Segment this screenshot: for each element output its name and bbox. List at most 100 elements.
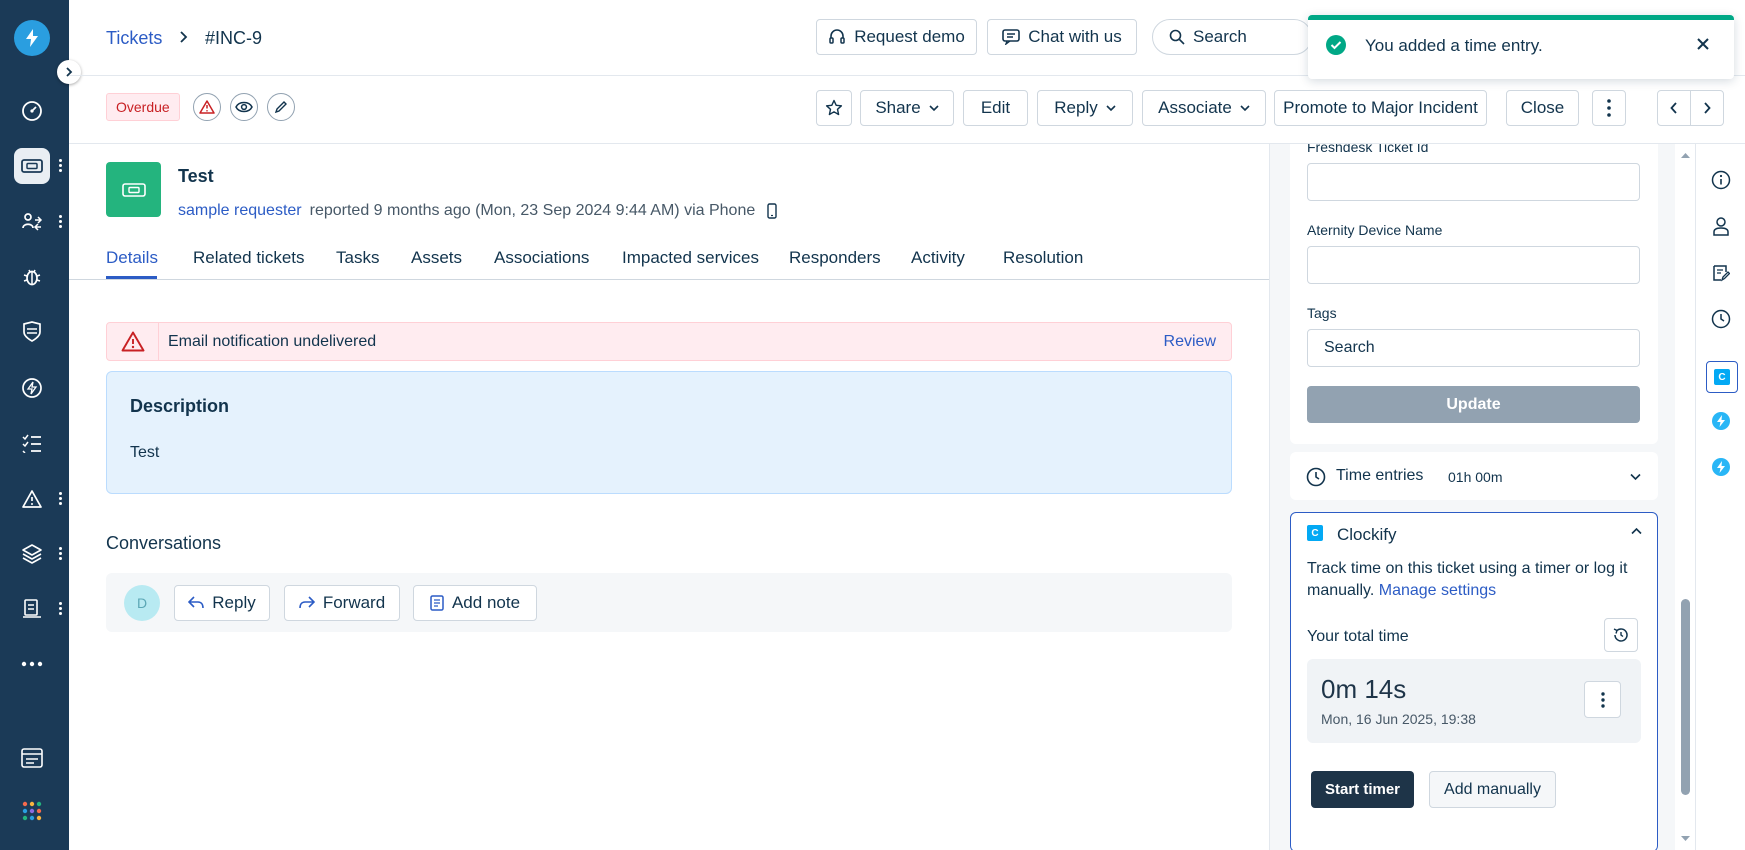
description-box: Description Test — [106, 371, 1232, 494]
chevron-right-icon — [1704, 102, 1711, 114]
time-tracking-icon[interactable] — [1708, 306, 1734, 332]
more-options-icon[interactable] — [14, 646, 50, 682]
edit-pencil-icon[interactable] — [267, 93, 295, 121]
info-icon[interactable] — [1708, 167, 1734, 193]
reply-dropdown-button[interactable]: Reply — [1037, 90, 1133, 126]
scrollbar-thumb[interactable] — [1681, 599, 1690, 795]
alert-text: Email notification undelivered — [168, 333, 377, 350]
panel-scrollbar[interactable] — [1676, 144, 1695, 850]
more-actions-button[interactable] — [1592, 90, 1626, 126]
update-button[interactable]: Update — [1307, 386, 1640, 423]
edit-button[interactable]: Edit — [963, 90, 1028, 126]
forward-arrow-icon — [299, 596, 315, 609]
manage-settings-link[interactable]: Manage settings — [1379, 582, 1496, 599]
time-history-button[interactable] — [1604, 618, 1638, 652]
app-bolt-secondary-icon[interactable] — [1708, 454, 1734, 480]
watch-eye-icon[interactable] — [230, 93, 258, 121]
conversations-heading: Conversations — [106, 533, 222, 553]
tab-assets[interactable]: Assets — [411, 248, 462, 268]
chat-with-us-label: Chat with us — [1028, 27, 1122, 46]
alert-warning-icon — [107, 323, 159, 360]
chevron-down-icon — [1630, 473, 1641, 481]
aternity-device-name-input[interactable] — [1307, 246, 1640, 284]
apps-grid-icon[interactable] — [14, 793, 50, 829]
time-entries-card[interactable]: Time entries 01h 00m — [1290, 452, 1658, 500]
alerts-warning-icon[interactable] — [14, 481, 50, 517]
promote-major-incident-button[interactable]: Promote to Major Incident — [1274, 90, 1487, 126]
notes-icon[interactable] — [1708, 260, 1734, 286]
problems-bug-icon[interactable] — [14, 259, 50, 295]
tab-resolution[interactable]: Resolution — [1003, 248, 1083, 268]
freshdesk-ticket-id-input[interactable] — [1307, 163, 1640, 201]
share-label: Share — [875, 98, 921, 117]
tags-input[interactable]: Search — [1307, 329, 1640, 367]
previous-ticket-button[interactable] — [1657, 90, 1691, 126]
tickets-nav-icon[interactable] — [14, 148, 50, 184]
request-demo-button[interactable]: Request demo — [816, 19, 977, 55]
associate-button[interactable]: Associate — [1142, 90, 1266, 126]
share-button[interactable]: Share — [860, 90, 954, 126]
assets-layers-icon[interactable] — [14, 536, 50, 572]
entry-more-button[interactable] — [1584, 681, 1621, 718]
tab-related-tickets[interactable]: Related tickets — [193, 248, 305, 268]
automation-bolt-icon[interactable] — [14, 370, 50, 406]
tab-associations[interactable]: Associations — [494, 248, 589, 268]
changes-icon[interactable] — [14, 204, 50, 240]
freshservice-logo-icon[interactable] — [14, 20, 50, 56]
global-search-input[interactable]: Search — [1152, 19, 1312, 55]
scroll-up-icon[interactable] — [1676, 148, 1695, 162]
chat-with-us-button[interactable]: Chat with us — [987, 19, 1137, 55]
changes-more-icon[interactable] — [57, 213, 63, 231]
scroll-down-icon[interactable] — [1676, 832, 1695, 846]
dashboard-icon[interactable] — [14, 93, 50, 129]
star-button[interactable] — [816, 90, 852, 126]
tab-details[interactable]: Details — [106, 248, 158, 268]
ticket-id: #INC-9 — [205, 28, 263, 48]
tab-impacted-services[interactable]: Impacted services — [622, 248, 759, 268]
review-link[interactable]: Review — [1164, 333, 1216, 351]
tags-placeholder: Search — [1324, 339, 1375, 356]
requester-link[interactable]: sample requester — [178, 202, 302, 220]
ticket-properties-panel: Freshdesk Ticket Id Aternity Device Name… — [1269, 144, 1675, 850]
next-ticket-button[interactable] — [1690, 90, 1724, 126]
start-timer-button[interactable]: Start timer — [1311, 771, 1414, 808]
promote-label: Promote to Major Incident — [1283, 98, 1478, 117]
forward-button[interactable]: Forward — [284, 585, 400, 621]
close-ticket-button[interactable]: Close — [1506, 90, 1579, 126]
assets-more-icon[interactable] — [57, 545, 63, 563]
chevron-up-icon[interactable] — [1631, 527, 1642, 535]
knowledge-more-icon[interactable] — [57, 600, 63, 618]
knowledge-icon[interactable] — [14, 591, 50, 627]
request-demo-label: Request demo — [854, 27, 965, 46]
conversation-actions-bar: D Reply Forward Add note — [106, 573, 1232, 632]
active-tab-indicator — [106, 276, 157, 279]
tab-responders[interactable]: Responders — [789, 248, 881, 268]
tags-label: Tags — [1307, 305, 1337, 321]
requester-info-icon[interactable] — [1708, 213, 1734, 239]
close-toast-icon[interactable] — [1696, 37, 1710, 51]
total-time-box: 0m 14s Mon, 16 Jun 2025, 19:38 — [1307, 659, 1641, 743]
clockify-card: C Clockify Track time on this ticket usi… — [1290, 512, 1658, 850]
add-manually-button[interactable]: Add manually — [1429, 771, 1556, 808]
tickets-more-icon[interactable] — [57, 157, 63, 175]
email-undelivered-alert: Email notification undelivered Review — [106, 322, 1232, 361]
priority-warning-icon[interactable] — [193, 93, 221, 121]
alerts-more-icon[interactable] — [57, 490, 63, 508]
tab-activity[interactable]: Activity — [911, 248, 965, 268]
releases-shield-icon[interactable] — [14, 314, 50, 350]
reply-button[interactable]: Reply — [174, 585, 270, 621]
update-label: Update — [1446, 395, 1501, 413]
tasks-list-icon[interactable] — [14, 425, 50, 461]
search-icon — [1169, 29, 1185, 45]
avatar: D — [124, 585, 160, 621]
chevron-down-icon — [1240, 105, 1250, 112]
breadcrumb-tickets-link[interactable]: Tickets — [106, 28, 162, 49]
tab-tasks[interactable]: Tasks — [336, 248, 379, 268]
admin-panel-icon[interactable] — [14, 740, 50, 776]
clockify-app-icon[interactable]: C — [1706, 361, 1738, 393]
app-bolt-icon[interactable] — [1708, 408, 1734, 434]
add-note-button[interactable]: Add note — [413, 585, 537, 621]
freshdesk-ticket-id-label: Freshdesk Ticket Id — [1307, 144, 1429, 155]
chevron-down-icon — [929, 105, 939, 112]
tabs-divider — [69, 279, 1269, 280]
